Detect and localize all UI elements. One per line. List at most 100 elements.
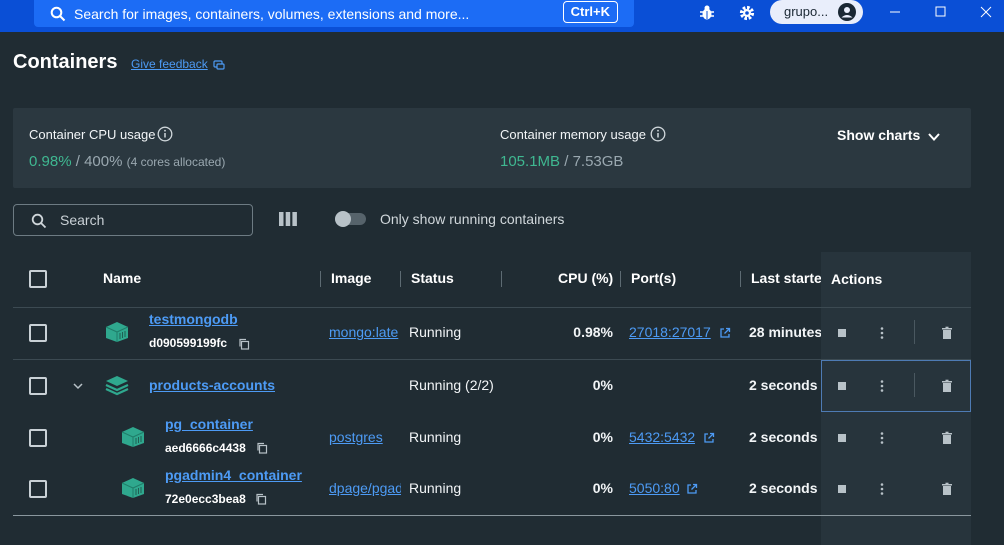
trash-icon[interactable]: [940, 379, 954, 393]
trash-icon[interactable]: [940, 431, 954, 445]
port-link[interactable]: 5432:5432: [629, 429, 695, 445]
action-divider: [914, 373, 915, 397]
show-charts-button[interactable]: Show charts: [837, 127, 920, 143]
feedback-icon[interactable]: [213, 59, 225, 71]
page-title: Containers: [13, 51, 118, 73]
container-icon: [105, 322, 129, 342]
running-only-toggle[interactable]: [335, 211, 366, 227]
status-text: Running: [409, 480, 462, 496]
select-all-checkbox[interactable]: [29, 270, 47, 288]
trash-icon[interactable]: [940, 326, 954, 340]
external-link-icon[interactable]: [719, 327, 731, 339]
maximize-icon[interactable]: [933, 4, 949, 20]
more-icon[interactable]: [875, 482, 889, 496]
trash-icon[interactable]: [940, 482, 954, 496]
image-link[interactable]: dpage/pgad: [329, 480, 401, 496]
stop-icon[interactable]: [835, 482, 849, 496]
container-id: d090599199fc: [149, 336, 228, 350]
memory-total: 7.53GB: [572, 153, 624, 170]
container-name-link[interactable]: testmongodb: [149, 311, 238, 327]
cpu-value: 0.98%: [573, 324, 613, 340]
chevron-down-icon[interactable]: [72, 381, 84, 391]
columns-icon[interactable]: [278, 211, 298, 227]
avatar-icon: [838, 3, 856, 21]
running-only-label: Only show running containers: [380, 211, 565, 227]
column-header-cpu[interactable]: CPU (%): [558, 270, 613, 286]
stop-icon[interactable]: [835, 326, 849, 340]
status-text: Running: [409, 324, 462, 340]
cpu-value: 0%: [592, 480, 613, 496]
gear-icon[interactable]: [737, 3, 757, 23]
info-icon[interactable]: [157, 126, 173, 142]
memory-usage-label: Container memory usage: [500, 127, 646, 142]
user-menu[interactable]: grupo...: [770, 0, 863, 24]
column-divider[interactable]: [320, 271, 321, 287]
more-icon[interactable]: [875, 431, 889, 445]
cpu-cores-note: (4 cores allocated): [126, 155, 226, 169]
column-divider[interactable]: [501, 271, 502, 287]
compose-stack-link[interactable]: products-accounts: [149, 377, 275, 393]
column-header-image[interactable]: Image: [331, 270, 371, 286]
row-divider: [13, 307, 971, 308]
external-link-icon[interactable]: [703, 432, 715, 444]
copy-icon[interactable]: [256, 442, 268, 454]
status-text: Running (2/2): [409, 377, 494, 393]
column-header-actions: Actions: [831, 271, 883, 287]
cpu-separator: /: [71, 153, 85, 170]
column-header-status[interactable]: Status: [411, 270, 454, 286]
container-id: 72e0ecc3bea8: [165, 492, 246, 506]
stop-icon[interactable]: [835, 379, 849, 393]
info-icon[interactable]: [650, 126, 666, 142]
column-header-last-started[interactable]: Last starte: [751, 270, 821, 286]
copy-icon[interactable]: [255, 493, 267, 505]
external-link-icon[interactable]: [686, 483, 698, 495]
memory-usage-value: 105.1MB / 7.53GB: [500, 153, 623, 170]
status-text: Running: [409, 429, 462, 445]
cpu-used: 0.98%: [29, 153, 72, 170]
usage-panel: Container CPU usage 0.98% / 400% (4 core…: [13, 108, 971, 188]
container-name-link[interactable]: pgadmin4_container: [165, 467, 302, 483]
more-icon[interactable]: [875, 379, 889, 393]
bug-icon[interactable]: [697, 3, 717, 23]
container-icon: [121, 478, 145, 498]
column-divider[interactable]: [740, 271, 741, 287]
cpu-usage-label: Container CPU usage: [29, 127, 156, 142]
action-divider: [914, 320, 915, 344]
give-feedback-link[interactable]: Give feedback: [131, 57, 208, 71]
container-id: aed6666c4438: [165, 441, 246, 455]
cpu-usage-value: 0.98% / 400% (4 cores allocated): [29, 153, 225, 170]
column-header-ports[interactable]: Port(s): [631, 270, 676, 286]
container-name-link[interactable]: pg_container: [165, 416, 253, 432]
port-link[interactable]: 5050:80: [629, 480, 680, 496]
search-icon: [31, 213, 47, 229]
port-link[interactable]: 27018:27017: [629, 324, 711, 340]
global-search-placeholder: Search for images, containers, volumes, …: [74, 5, 470, 22]
stop-icon[interactable]: [835, 431, 849, 445]
last-started-text: 28 minutes: [749, 324, 821, 340]
more-icon[interactable]: [875, 326, 889, 340]
search-field[interactable]: [13, 204, 253, 236]
copy-icon[interactable]: [238, 338, 250, 350]
close-icon[interactable]: [978, 4, 994, 20]
column-divider[interactable]: [620, 271, 621, 287]
search-input[interactable]: [60, 211, 240, 229]
row-checkbox[interactable]: [29, 324, 47, 342]
row-checkbox[interactable]: [29, 377, 47, 395]
chevron-down-icon[interactable]: [927, 130, 941, 144]
row-divider: [13, 359, 971, 360]
image-link[interactable]: postgres: [329, 429, 401, 445]
row-checkbox[interactable]: [29, 429, 47, 447]
last-started-text: 2 seconds a: [749, 377, 821, 393]
image-link[interactable]: mongo:late: [329, 324, 401, 340]
last-started-text: 2 seconds a: [749, 429, 821, 445]
title-bar: Search for images, containers, volumes, …: [0, 0, 1004, 32]
shortcut-badge: Ctrl+K: [562, 1, 618, 23]
column-header-name[interactable]: Name: [103, 270, 141, 286]
column-divider[interactable]: [400, 271, 401, 287]
global-search[interactable]: Search for images, containers, volumes, …: [34, 0, 634, 27]
cpu-value: 0%: [592, 377, 613, 393]
row-checkbox[interactable]: [29, 480, 47, 498]
memory-separator: /: [560, 153, 573, 170]
cpu-value: 0%: [592, 429, 613, 445]
minimize-icon[interactable]: [887, 4, 903, 20]
